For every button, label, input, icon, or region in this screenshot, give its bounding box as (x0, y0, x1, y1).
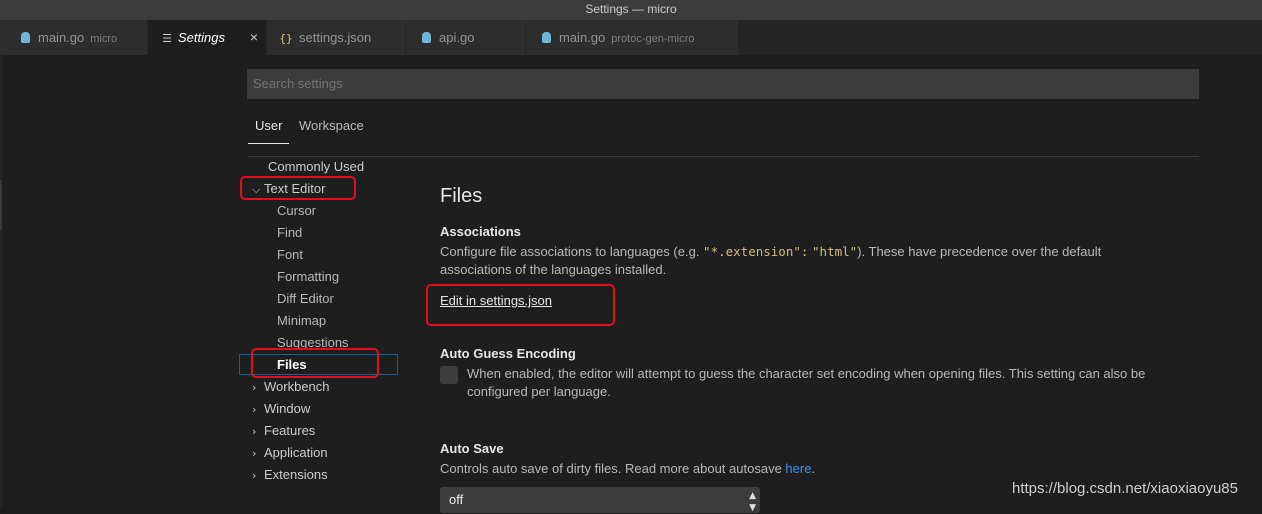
auto-guess-encoding-checkbox[interactable] (440, 366, 458, 384)
toc-extensions[interactable]: › Extensions (252, 464, 328, 486)
tab-label: api.go (439, 30, 475, 45)
setting-description-auto-save: Controls auto save of dirty files. Read … (440, 460, 815, 478)
toc-cursor[interactable]: Cursor (277, 200, 316, 222)
description-text: When enabled, the editor will attempt to… (467, 366, 1146, 381)
highlight-box-files (251, 348, 379, 378)
tab-description: micro (90, 33, 118, 45)
auto-save-select[interactable]: off ▲ ▼ (440, 487, 760, 513)
description-text: associations of the languages installed. (440, 262, 667, 277)
setting-description-associations: Configure file associations to languages… (440, 243, 1101, 279)
toc-label: Application (264, 445, 328, 460)
window-title: Settings — micro (585, 2, 677, 16)
chevron-right-icon: › (252, 425, 257, 438)
json-braces-icon: {} (279, 32, 293, 45)
code-key: "*.extension": (703, 244, 809, 259)
setting-description-auto-guess: When enabled, the editor will attempt to… (467, 365, 1145, 401)
toc-label: Workbench (264, 379, 330, 394)
chevron-right-icon: › (252, 381, 257, 394)
code-value: "html" (812, 244, 858, 259)
editor-tab-bar: main.go micro ☰ Settings × {} settings.json… (0, 20, 1262, 55)
toc-label: Features (264, 423, 316, 438)
description-text: Controls auto save of dirty files. Read … (440, 461, 786, 476)
highlight-box-text-editor (240, 176, 356, 200)
setting-title-auto-guess-encoding: Auto Guess Encoding (440, 346, 576, 361)
toc-font[interactable]: Font (277, 244, 303, 266)
tab-api-go[interactable]: api.go (406, 20, 526, 55)
tab-user-scope[interactable]: User (248, 117, 290, 144)
tab-description: protoc-gen-micro (611, 33, 695, 45)
setting-title-auto-save: Auto Save (440, 441, 504, 456)
setting-title-associations: Associations (440, 224, 521, 239)
close-icon[interactable]: × (250, 20, 258, 55)
tab-label: main.go (38, 30, 85, 45)
go-gopher-icon (17, 20, 33, 55)
chevron-right-icon: › (252, 469, 257, 482)
description-text: ). These have precedence over the defaul… (857, 244, 1102, 259)
toc-minimap[interactable]: Minimap (277, 310, 326, 332)
auto-save-value: off (449, 492, 464, 507)
tab-main-go-micro[interactable]: main.go micro (0, 20, 148, 55)
chevron-right-icon: › (252, 403, 257, 416)
toc-find[interactable]: Find (277, 222, 302, 244)
toc-window[interactable]: › Window (252, 398, 310, 420)
menu-lines-icon: ☰ (162, 32, 172, 45)
toc-diff-editor[interactable]: Diff Editor (277, 288, 334, 310)
toc-formatting[interactable]: Formatting (277, 266, 339, 288)
window-title-bar: Settings — micro (0, 0, 1262, 20)
tab-settings-json[interactable]: {} settings.json (267, 20, 406, 55)
tab-settings[interactable]: ☰ Settings × (148, 20, 267, 55)
toc-label: Window (264, 401, 311, 416)
description-period: . (811, 461, 816, 476)
tab-main-go-protoc-gen-micro[interactable]: main.go protoc-gen-micro (526, 20, 739, 55)
edit-in-settings-json-link[interactable]: Edit in settings.json (440, 293, 552, 308)
description-text: configured per language. (467, 384, 611, 399)
toc-features[interactable]: › Features (252, 420, 315, 442)
autosave-here-link[interactable]: here (785, 461, 811, 476)
description-text: Configure file associations to languages… (440, 244, 704, 259)
toc-workbench[interactable]: › Workbench (252, 376, 330, 398)
toc-commonly-used[interactable]: Commonly Used (268, 156, 364, 178)
toc-application[interactable]: › Application (252, 442, 328, 464)
tab-label: settings.json (299, 30, 372, 45)
section-title: Files (440, 185, 483, 207)
activity-edge (0, 55, 2, 508)
header-divider (248, 156, 1199, 157)
toc-label: Extensions (264, 467, 328, 482)
search-settings-input[interactable] (247, 69, 1199, 99)
select-arrows-icon: ▲ ▼ (749, 491, 756, 513)
tab-label: main.go (559, 30, 606, 45)
go-gopher-icon (538, 20, 554, 55)
tab-label: Settings (178, 30, 225, 45)
activity-edge-marker (0, 180, 2, 230)
watermark-url: https://blog.csdn.net/xiaoxiaoyu85 (1012, 480, 1238, 497)
go-gopher-icon (418, 20, 434, 55)
chevron-right-icon: › (252, 447, 257, 460)
tab-workspace-scope[interactable]: Workspace (299, 117, 364, 143)
